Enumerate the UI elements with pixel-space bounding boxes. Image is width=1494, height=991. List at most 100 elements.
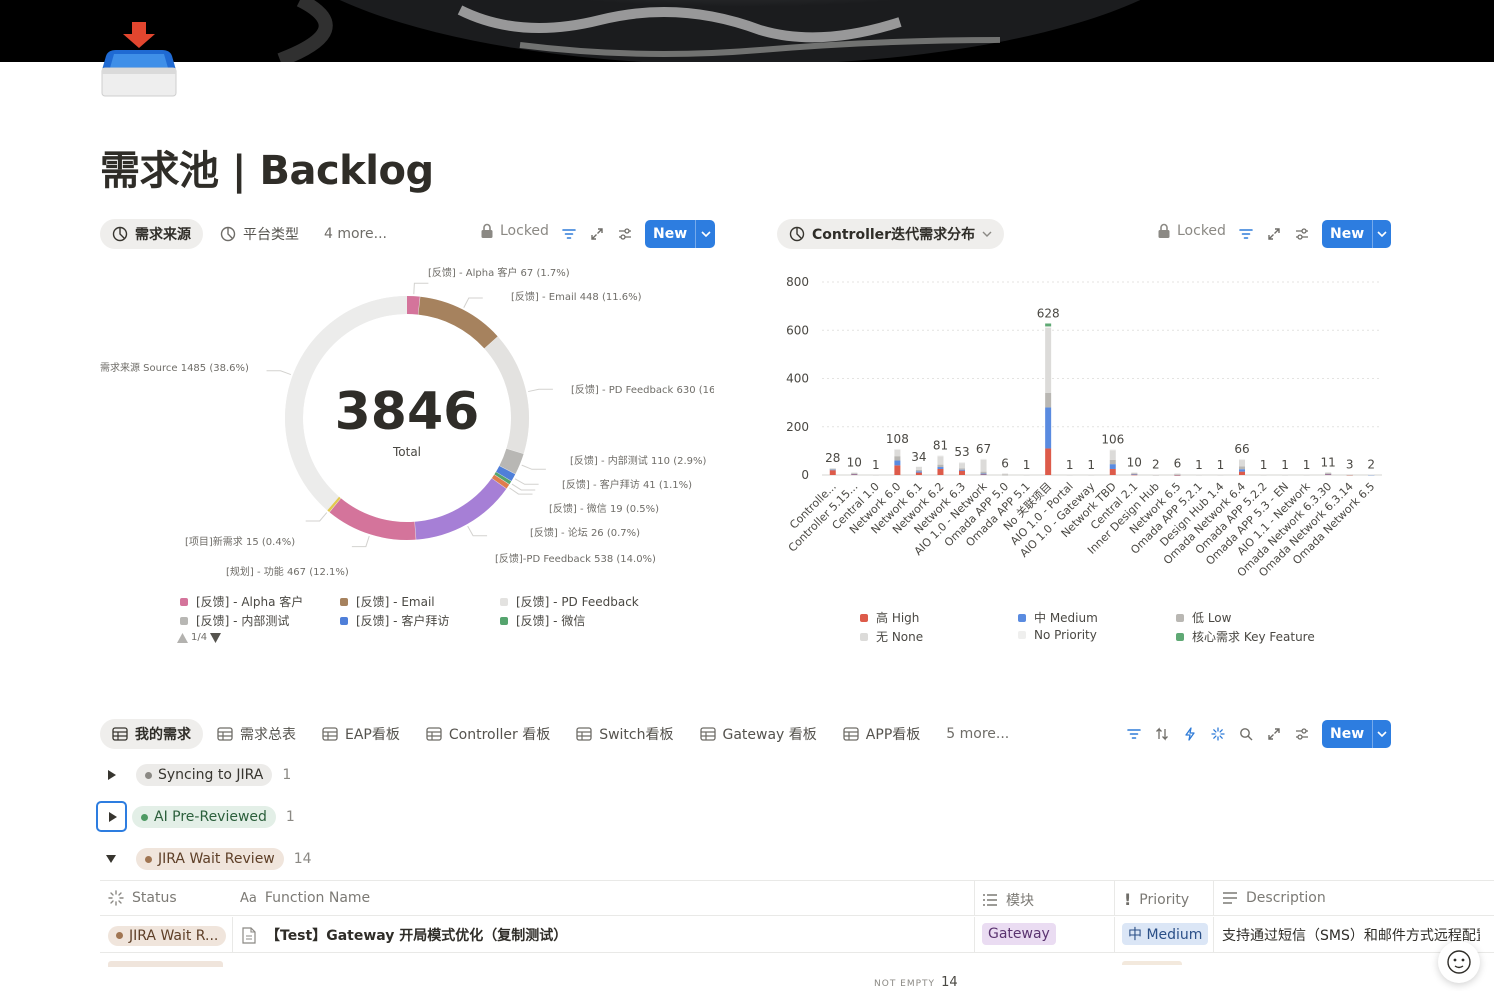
legend-item[interactable]: 无 None [860,628,923,645]
bar-segment[interactable] [1239,471,1245,475]
bar-segment[interactable] [1217,474,1224,476]
donut-slice[interactable] [491,474,510,489]
bar-segment[interactable] [1303,474,1310,476]
donut-slice[interactable] [329,498,416,540]
bar-segment[interactable] [980,471,987,474]
description-cell[interactable]: 支持通过短信（SMS）和邮件方式远程配置 [1222,925,1480,945]
bar-segment[interactable] [937,455,944,457]
bar-segment[interactable] [1045,326,1052,328]
bar-segment[interactable] [1045,407,1052,449]
bar-segment[interactable] [915,472,922,475]
legend-item[interactable]: [反馈] - Email [340,593,435,610]
legend-item[interactable]: 高 High [860,609,919,626]
legend-item[interactable]: [反馈] - 微信 [500,612,585,629]
bar-segment[interactable] [915,466,922,470]
tab-app-board[interactable]: APP看板 [831,719,932,749]
status-pill[interactable]: JIRA Wait R... [108,925,227,946]
chevron-down-icon[interactable] [1372,720,1391,748]
tab-switch-board[interactable]: Switch看板 [564,719,685,749]
expand-icon[interactable] [586,223,608,245]
bar-segment[interactable] [1023,474,1030,476]
column-header-function-name[interactable]: Aa Function Name [240,890,370,906]
bar-segment[interactable] [1239,459,1245,467]
bar-segment[interactable] [872,474,879,476]
bar-segment[interactable] [959,462,965,469]
bar-segment[interactable] [937,455,944,465]
tab-my-needs[interactable]: 我的需求 [100,719,203,749]
chevron-down-icon[interactable] [1372,220,1391,248]
expand-icon[interactable] [1263,223,1285,245]
settings-sliders-icon[interactable] [1291,723,1313,745]
bar-segment[interactable] [1109,449,1116,451]
status-pill[interactable]: Syncing to JIRA [136,764,273,786]
donut-slice[interactable] [414,478,507,540]
tab-need-source[interactable]: 需求来源 [100,219,203,249]
new-button-board[interactable]: New [1322,720,1391,748]
bar-segment[interactable] [959,470,965,475]
donut-slice[interactable] [327,496,341,513]
bar-segment[interactable] [1045,392,1052,408]
assistant-face-button[interactable] [1438,941,1480,983]
legend-item[interactable]: [反馈] - 客户拜访 [340,612,449,629]
legend-item[interactable]: No Priority [1018,628,1097,642]
bar-segment[interactable] [1195,474,1202,476]
bar-segment[interactable] [937,467,944,469]
inbox-tray-icon[interactable] [100,20,178,98]
bar-segment[interactable] [1109,468,1116,475]
triangle-right-icon[interactable] [106,770,116,780]
bar-segment[interactable] [1174,473,1181,475]
bar-segment[interactable] [1088,474,1095,476]
column-header-module[interactable]: 模块 [982,890,1034,910]
tab-gateway-board[interactable]: Gateway 看板 [688,719,829,749]
legend-item[interactable]: [反馈] - 内部测试 [180,612,289,629]
tab-eap-board[interactable]: EAP看板 [310,719,412,749]
bar-segment[interactable] [894,465,901,475]
status-pill[interactable]: AI Pre-Reviewed [132,806,276,828]
bar-segment[interactable] [1109,459,1116,465]
chevron-down-icon[interactable] [695,220,715,248]
column-header-description[interactable]: Description [1222,890,1326,906]
donut-slice[interactable] [494,472,512,485]
bar-segment[interactable] [959,469,965,471]
new-button-right[interactable]: New [1322,220,1391,248]
group-ai-pre-reviewed[interactable]: AI Pre-Reviewed 1 [132,806,295,828]
bar-segment[interactable] [1239,466,1245,470]
bar-segment[interactable] [1325,472,1332,474]
settings-sliders-icon[interactable] [1291,223,1313,245]
bar-segment[interactable] [1260,474,1267,476]
column-header-status[interactable]: Status [108,890,177,906]
locked-indicator[interactable]: Locked [1157,223,1226,239]
bar-segment[interactable] [829,468,836,470]
donut-slice[interactable] [496,465,516,481]
legend-item[interactable]: 低 Low [1176,609,1231,626]
search-icon[interactable] [1235,723,1257,745]
tab-all-needs[interactable]: 需求总表 [205,719,308,749]
bar-segment[interactable] [851,472,858,474]
bar-segment[interactable] [980,459,987,472]
bar-segment[interactable] [1131,472,1138,474]
bar-segment[interactable] [1368,474,1375,476]
stacked-bar-chart[interactable]: 020040060080028Controlle...10Controller … [777,268,1387,588]
bar-segment[interactable] [1239,459,1245,461]
bar-segment[interactable] [1045,323,1052,327]
lightning-icon[interactable] [1179,723,1201,745]
sparkle-ai-icon[interactable] [1207,723,1229,745]
tab-controller-board[interactable]: Controller 看板 [414,719,562,749]
status-pill[interactable]: JIRA Wait Review [136,848,284,870]
legend-pager[interactable]: 1/4 [177,632,222,643]
bar-segment[interactable] [894,456,901,461]
bar-segment[interactable] [1109,450,1116,460]
column-header-priority[interactable]: ! Priority [1124,890,1189,909]
group-jira-wait-review[interactable]: JIRA Wait Review 14 [106,848,312,870]
bar-segment[interactable] [1346,474,1353,476]
triangle-up-icon[interactable] [177,632,188,643]
bar-segment[interactable] [1282,474,1289,476]
legend-item[interactable]: [反馈] - Alpha 客户 [180,593,303,610]
bar-segment[interactable] [959,462,965,464]
sort-icon[interactable] [1151,723,1173,745]
group-toggle-button[interactable] [96,801,127,832]
bar-segment[interactable] [894,460,901,466]
donut-slice[interactable] [406,296,420,315]
bar-segment[interactable] [915,469,922,472]
triangle-down-icon[interactable] [210,632,222,643]
